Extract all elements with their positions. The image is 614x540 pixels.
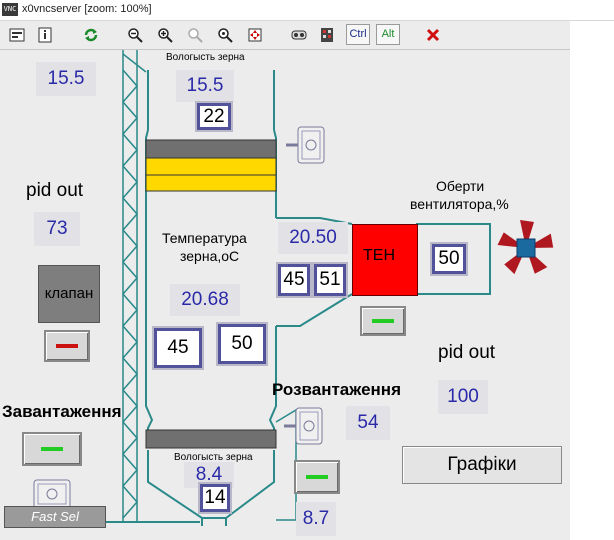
alt-key-button[interactable]: Alt [376,24,400,45]
vnc-app-icon: VNC [2,3,18,16]
zoom-out-button[interactable] [124,24,146,45]
left-top-value: 15.5 [36,62,96,96]
valve-indicator: клапан [38,265,100,323]
zoom-out-icon [128,28,143,43]
loading-status-led [41,447,63,451]
zoom-in-icon [158,28,173,43]
fan-label-line2: вентилятора,% [410,196,509,212]
top-motor-icon [286,126,325,164]
zoom-in-button[interactable] [154,24,176,45]
connection-info-button[interactable] [34,24,56,45]
vnc-toolbar: Ctrl Alt [0,21,570,50]
pid-right-label: pid out [438,342,496,363]
duct-box-1[interactable]: 45 [276,262,312,298]
hmi-canvas: 15.5 pid out 73 клапан Завантаження Fast… [0,50,570,540]
heater-box[interactable]: 50 [430,242,468,276]
bottom-grey-band [145,429,277,449]
top-yellow-band-2 [145,174,277,192]
pid-right-value: 100 [438,380,488,414]
bottom-moisture-setpoint[interactable]: 14 [198,482,232,514]
heater-button[interactable] [360,306,406,336]
valve-status-led [56,344,78,348]
refresh-button[interactable] [80,24,102,45]
top-moisture-value: 15.5 [176,70,234,102]
heater-block: ТЕН [352,224,418,296]
temperature-value: 20.68 [170,284,240,316]
temperature-label-line1: Температура [162,230,247,246]
fan-label-line1: Оберти [436,178,485,194]
heater-status-led [372,319,394,323]
duct-box-2[interactable]: 51 [312,262,348,298]
send-keys-button[interactable] [316,24,338,45]
zoom-auto-button[interactable] [214,24,236,45]
fan-icon [497,220,554,275]
options-button[interactable] [6,24,28,45]
top-moisture-setpoint[interactable]: 22 [195,101,233,132]
window-titlebar: VNC x0vncserver [zoom: 100%] [0,0,614,21]
temperature-box-1[interactable]: 45 [152,326,204,370]
ctrl-alt-del-button[interactable] [288,24,310,45]
unloading-button[interactable] [294,460,340,494]
duct-value: 20.50 [278,222,348,254]
zoom-100-button[interactable] [184,24,206,45]
valve-button[interactable] [44,330,90,362]
pid-left-value: 73 [34,212,80,246]
refresh-icon [84,28,98,42]
heater-label: ТЕН [363,247,395,264]
unloading-label: Розвантаження [272,380,401,399]
fast-sel-button[interactable]: Fast Sel [4,506,106,528]
window-title: x0vncserver [zoom: 100%] [22,3,152,15]
bottom-motor-icon [284,407,323,445]
bottom-right-value: 8.7 [296,502,336,536]
options-icon [9,28,25,42]
fullscreen-button[interactable] [244,24,266,45]
zoom-fit-icon [218,28,233,43]
top-grey-band [145,139,277,159]
temperature-box-2[interactable]: 50 [216,322,268,366]
fullscreen-icon [248,28,262,42]
graphs-button[interactable]: Графіки [402,446,562,484]
zoom-100-icon [188,28,203,43]
connection-info-icon [38,27,52,43]
loading-label: Завантаження [2,402,122,421]
disconnect-icon [426,28,440,42]
send-keys-icon [321,28,333,42]
pid-left-label: pid out [26,180,84,201]
elevator-column [122,50,138,522]
ctrl-key-button[interactable]: Ctrl [346,24,370,45]
unloading-value: 54 [346,406,390,440]
unloading-status-led [306,475,328,479]
ctrl-alt-del-icon [291,30,307,40]
disconnect-button[interactable] [422,24,444,45]
temperature-label-line2: зерна,оС [180,248,240,264]
loading-button[interactable] [22,432,82,466]
top-moisture-label: Вологысть зерна [166,52,245,63]
top-yellow-band-1 [145,157,277,176]
